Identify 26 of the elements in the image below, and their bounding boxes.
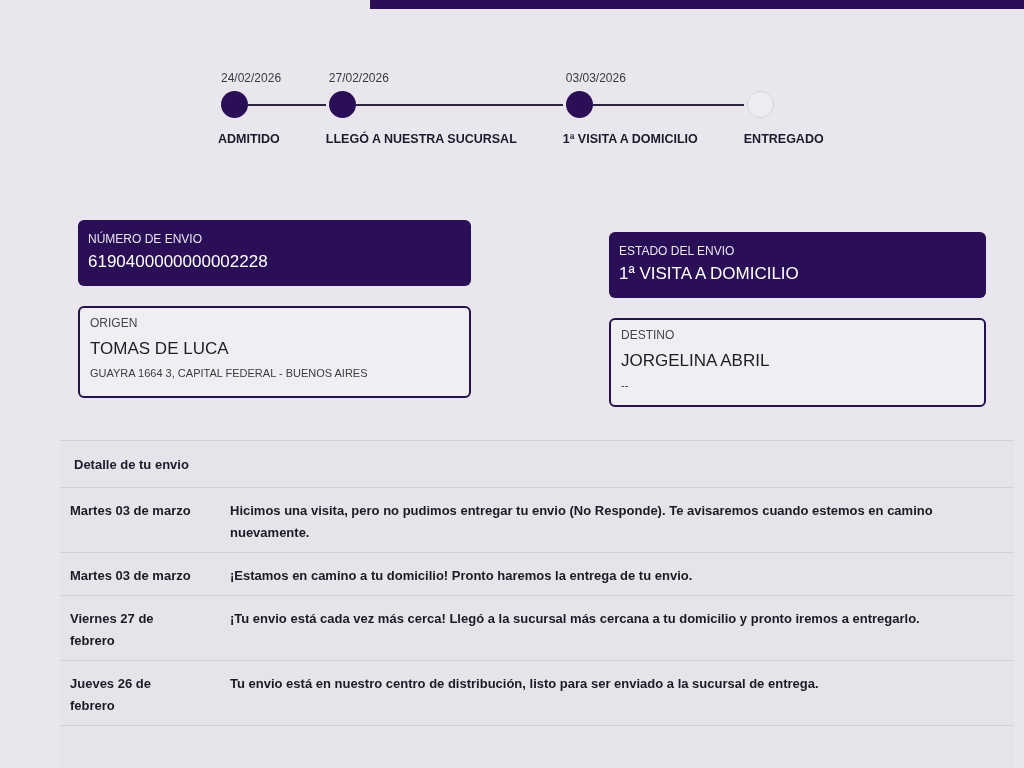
step-date: 27/02/2026 [328, 71, 389, 85]
event-date: Martes 03 de marzo [70, 502, 192, 520]
event-date: Martes 03 de marzo [70, 567, 192, 585]
details-title: Detalle de tu envio [74, 457, 189, 472]
card-label: ESTADO DEL ENVIO [619, 244, 736, 258]
event-description: ¡Estamos en camino a tu domicilio! Pronto haremos la entrega de tu envio. [230, 567, 694, 585]
step-date: 03/03/2026 [565, 71, 626, 85]
card-label: ORIGEN [90, 316, 139, 330]
event-description: Hicimos una visita, pero no pudimos entregar tu envio (No Responde). Te avisaremos cuando estemos en camino nuevamente. [230, 502, 934, 542]
step-label: LLEGÓ A NUESTRA SUCURSAL [325, 132, 517, 146]
event-date: Jueves 26 de febrero [70, 675, 152, 715]
step-date: 24/02/2026 [221, 71, 282, 85]
event-date: Viernes 27 de febrero [70, 610, 155, 650]
step-label: 1ª VISITA A DOMICILIO [562, 132, 698, 146]
shipment-number: 6190400000000002228 [88, 252, 269, 272]
recipient-address: -- [621, 379, 630, 391]
shipment-status: 1ª VISITA A DOMICILIO [619, 264, 800, 284]
event-description: ¡Tu envio está cada vez más cerca! Llegó a la sucursal más cercana a tu domicilio y pronto iremos a entregarlo. [230, 610, 921, 628]
sender-address: GUAYRA 1664 3, CAPITAL FEDERAL - BUENOS AIRES [90, 367, 369, 379]
event-description: Tu envio está en nuestro centro de distribución, listo para ser enviado a la sucursal de entrega. [230, 675, 820, 693]
card-label: DESTINO [621, 328, 676, 342]
sender-name: TOMAS DE LUCA [90, 339, 230, 359]
step-label: ENTREGADO [743, 132, 824, 146]
step-label: ADMITIDO [218, 132, 280, 146]
card-label: NÚMERO DE ENVIO [88, 232, 203, 246]
recipient-name: JORGELINA ABRIL [621, 351, 771, 371]
